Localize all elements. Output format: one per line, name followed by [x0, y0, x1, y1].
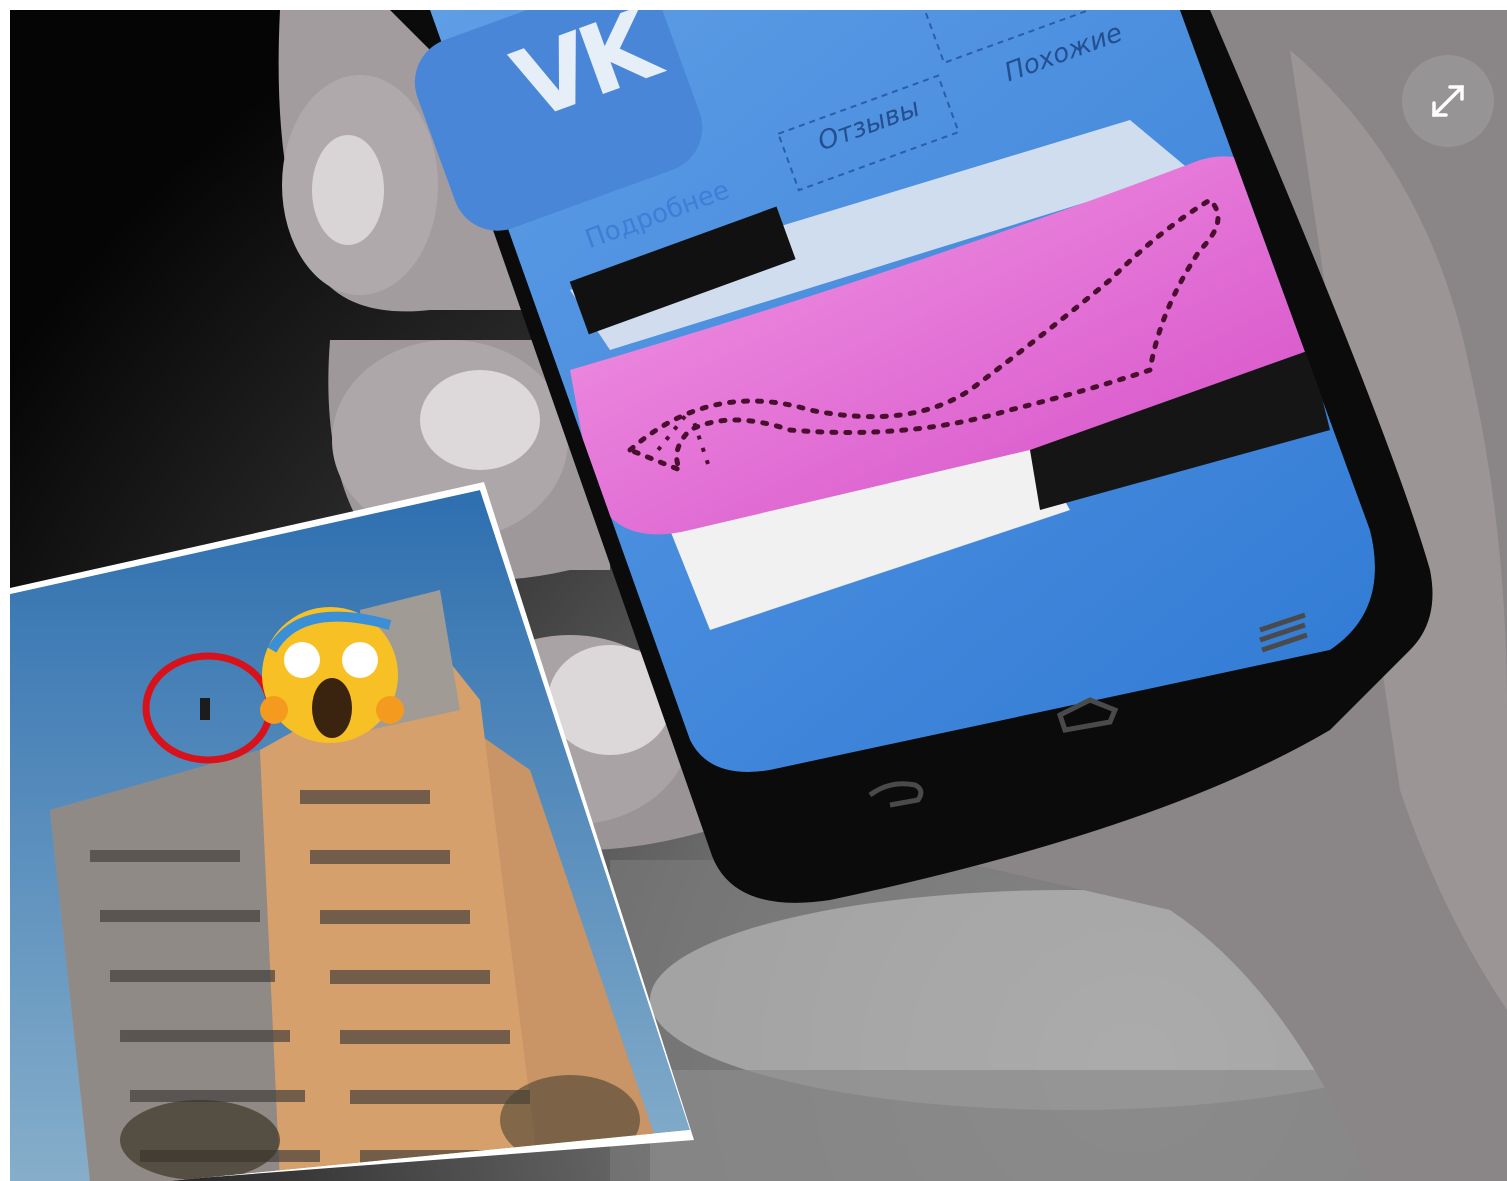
scene-illustration — [10, 10, 1507, 1181]
expand-arrows-icon — [1432, 85, 1464, 117]
expand-button[interactable] — [1402, 55, 1494, 147]
building-photo — [10, 482, 694, 1181]
photo-frame: VK Подробнее Отзывы Похожие — [10, 10, 1507, 1181]
